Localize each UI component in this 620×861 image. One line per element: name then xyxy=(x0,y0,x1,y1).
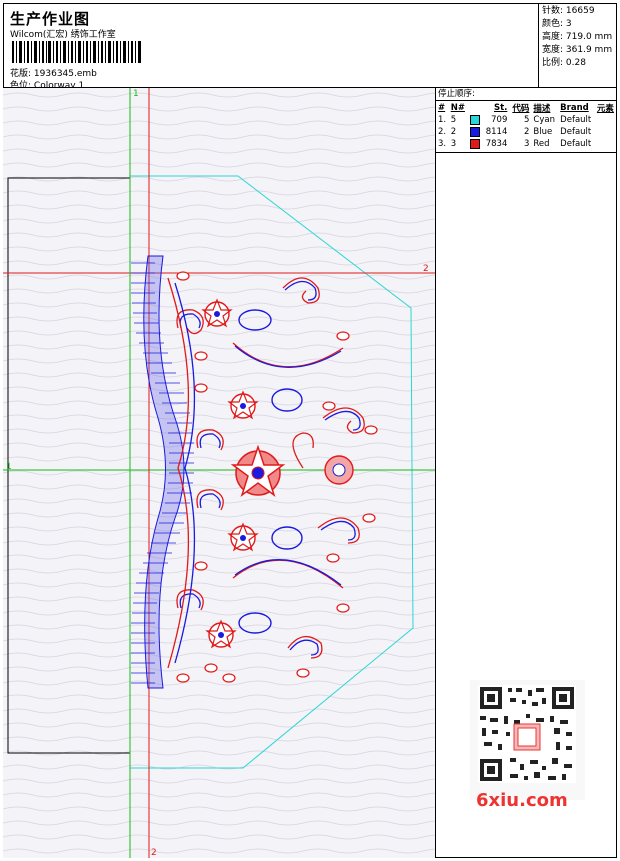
studio-name: Wilcom(汇宏) 绣饰工作室 xyxy=(10,30,116,40)
color-swatch xyxy=(469,114,480,125)
stop-sequence-table: # N# St. 代码 描述 Brand 元素 1. 5 709 5 Cyan … xyxy=(436,102,617,150)
header-panel: 生产作业图 Wilcom(汇宏) 绣饰工作室 花版: 1936345.emb 色… xyxy=(3,3,539,91)
spec-colors: 颜色: 3 xyxy=(542,19,572,29)
col-needle: N# xyxy=(450,103,465,113)
table-row[interactable]: 3. 3 7834 3 Red Default xyxy=(436,138,617,150)
spec-height: 高度: 719.0 mm xyxy=(542,32,613,42)
table-header-row: # N# St. 代码 描述 Brand 元素 xyxy=(436,102,617,114)
guide-label-h-top: 2 xyxy=(423,264,429,274)
col-brand: Brand xyxy=(560,103,589,113)
guide-label-v-bottom: 2 xyxy=(151,848,157,858)
embroidery-preview: 2 1 1 2 xyxy=(3,88,435,858)
col-stitches: St. xyxy=(493,103,508,113)
watermark-text: 6xiu.com xyxy=(476,790,568,811)
barcode xyxy=(12,41,141,63)
guide-label-h-mid: 1 xyxy=(6,462,12,472)
col-swatch xyxy=(468,102,483,114)
spec-scale: 比例: 0.28 xyxy=(542,58,586,68)
color-swatch xyxy=(469,126,480,137)
guide-label-v-top: 1 xyxy=(133,89,139,99)
page-title: 生产作业图 xyxy=(10,10,91,28)
color-swatch xyxy=(469,138,480,149)
stop-sequence-title: 停止顺序: xyxy=(436,88,617,101)
col-code: 代码 xyxy=(512,104,530,114)
specs-panel: 针数: 16659 颜色: 3 高度: 719.0 mm 宽度: 361.9 m… xyxy=(539,3,617,88)
spec-width: 宽度: 361.9 mm xyxy=(542,45,613,55)
spec-stitches: 针数: 16659 xyxy=(542,6,595,16)
table-row[interactable]: 2. 2 8114 2 Blue Default xyxy=(436,126,617,138)
panel-divider xyxy=(436,152,617,153)
col-index: # xyxy=(438,103,446,113)
col-desc: 描述 xyxy=(533,104,551,114)
table-row[interactable]: 1. 5 709 5 Cyan Default xyxy=(436,114,617,126)
col-element: 元素 xyxy=(596,104,614,114)
design-canvas[interactable]: 2 1 1 2 xyxy=(3,88,436,858)
